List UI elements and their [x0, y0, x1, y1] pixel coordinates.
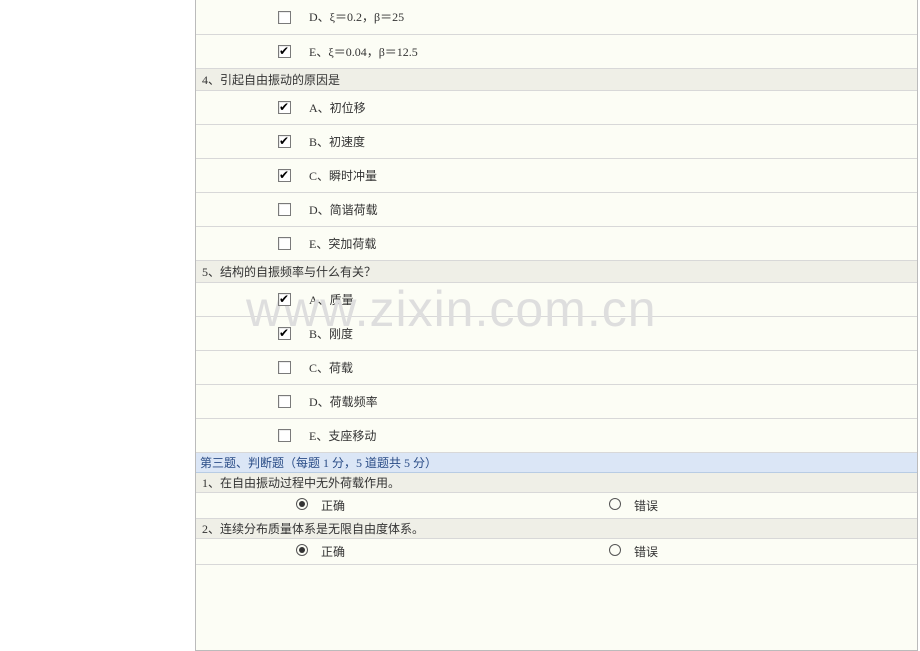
checkbox-q4-d[interactable] — [278, 203, 291, 216]
content-table: D、ξ＝0.2，β＝25 E、ξ＝0.04，β＝12.5 4、引起自由振动的原因… — [196, 0, 917, 565]
prev-option-e-row: E、ξ＝0.04，β＝12.5 — [196, 34, 917, 68]
radio-tf-q2-false[interactable] — [609, 544, 621, 556]
radio-tf-q1-true[interactable] — [296, 498, 308, 510]
option-label: E、ξ＝0.04，β＝12.5 — [309, 43, 418, 60]
q4-option-d-row: D、简谐荷载 — [196, 192, 917, 226]
checkbox-q5-c[interactable] — [278, 361, 291, 374]
checkbox-q5-e[interactable] — [278, 429, 291, 442]
q5-prompt: 5、结构的自振频率与什么有关？ — [196, 260, 917, 282]
tf-false-label: 错误 — [634, 543, 658, 560]
section3-title: 第三题、判断题（每题 1 分，5 道题共 5 分） — [196, 452, 917, 472]
option-label: B、刚度 — [309, 325, 353, 342]
tf-q1-answers-row: 正确 错误 — [196, 492, 917, 518]
tf-q2-answers-row: 正确 错误 — [196, 538, 917, 564]
tf-false-label: 错误 — [634, 497, 658, 514]
q4-option-e-row: E、突加荷载 — [196, 226, 917, 260]
checkbox-q5-d[interactable] — [278, 395, 291, 408]
option-label: E、突加荷载 — [309, 235, 376, 252]
radio-tf-q2-true[interactable] — [296, 544, 308, 556]
tf-true-label: 正确 — [321, 497, 345, 514]
checkbox-q5-b[interactable] — [278, 327, 291, 340]
q4-prompt: 4、引起自由振动的原因是 — [196, 68, 917, 90]
section3-header-row: 第三题、判断题（每题 1 分，5 道题共 5 分） — [196, 452, 917, 472]
page-container: www.zixin.com.cn D、ξ＝0.2，β＝25 E、ξ＝0.04，β… — [0, 0, 920, 651]
q4-option-b-row: B、初速度 — [196, 124, 917, 158]
checkbox-prev-d[interactable] — [278, 11, 291, 24]
option-label: A、质量 — [309, 291, 354, 308]
q5-option-c-row: C、荷载 — [196, 350, 917, 384]
option-label: A、初位移 — [309, 99, 366, 116]
checkbox-q4-c[interactable] — [278, 169, 291, 182]
option-label: D、简谐荷载 — [309, 201, 378, 218]
option-label: C、荷载 — [309, 359, 353, 376]
q4-prompt-row: 4、引起自由振动的原因是 — [196, 68, 917, 90]
checkbox-q4-e[interactable] — [278, 237, 291, 250]
q4-option-c-row: C、瞬时冲量 — [196, 158, 917, 192]
tf-q2-prompt: 2、连续分布质量体系是无限自由度体系。 — [196, 518, 917, 538]
q5-option-d-row: D、荷载频率 — [196, 384, 917, 418]
document-panel: www.zixin.com.cn D、ξ＝0.2，β＝25 E、ξ＝0.04，β… — [195, 0, 918, 651]
q5-option-a-row: A、质量 — [196, 282, 917, 316]
radio-tf-q1-false[interactable] — [609, 498, 621, 510]
q4-option-a-row: A、初位移 — [196, 90, 917, 124]
checkbox-q4-b[interactable] — [278, 135, 291, 148]
checkbox-prev-e[interactable] — [278, 45, 291, 58]
checkbox-q5-a[interactable] — [278, 293, 291, 306]
option-label: B、初速度 — [309, 133, 365, 150]
tf-q2-prompt-row: 2、连续分布质量体系是无限自由度体系。 — [196, 518, 917, 538]
tf-true-label: 正确 — [321, 543, 345, 560]
q5-option-e-row: E、支座移动 — [196, 418, 917, 452]
q5-option-b-row: B、刚度 — [196, 316, 917, 350]
tf-q1-prompt: 1、在自由振动过程中无外荷载作用。 — [196, 472, 917, 492]
option-label: C、瞬时冲量 — [309, 167, 377, 184]
tf-q1-prompt-row: 1、在自由振动过程中无外荷载作用。 — [196, 472, 917, 492]
q5-prompt-row: 5、结构的自振频率与什么有关？ — [196, 260, 917, 282]
prev-option-d-row: D、ξ＝0.2，β＝25 — [196, 0, 917, 34]
option-label: D、荷载频率 — [309, 393, 378, 410]
option-label: D、ξ＝0.2，β＝25 — [309, 8, 404, 25]
option-label: E、支座移动 — [309, 427, 376, 444]
checkbox-q4-a[interactable] — [278, 101, 291, 114]
